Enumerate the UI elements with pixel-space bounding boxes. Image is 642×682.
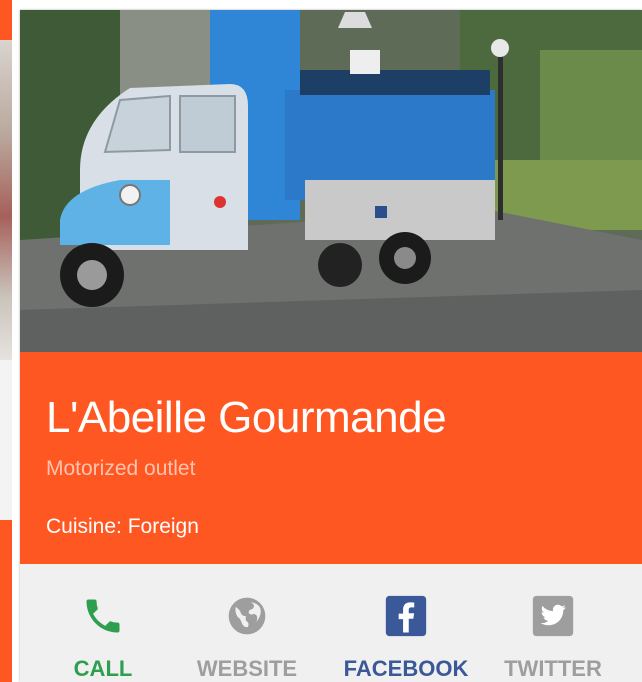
website-button[interactable]: WEBSITE <box>172 564 322 682</box>
restaurant-name: L'Abeille Gourmande <box>46 393 447 442</box>
call-button[interactable]: CALL <box>28 564 178 682</box>
previous-card-photo <box>0 40 12 360</box>
restaurant-info: L'Abeille Gourmande Motorized outlet Cui… <box>20 352 642 564</box>
restaurant-cuisine: Cuisine: Foreign <box>46 515 199 538</box>
previous-card-peek[interactable] <box>0 0 12 682</box>
restaurant-type: Motorized outlet <box>46 457 196 480</box>
previous-card-info <box>0 520 12 682</box>
twitter-label: TWITTER <box>504 656 602 681</box>
restaurant-card: L'Abeille Gourmande Motorized outlet Cui… <box>20 10 642 682</box>
call-label: CALL <box>73 656 133 681</box>
twitter-icon <box>532 595 574 637</box>
action-bar: CALL WEBSITE FACEBOOK TWITTER <box>20 564 642 682</box>
phone-icon <box>86 599 120 633</box>
restaurant-photo[interactable] <box>20 10 642 352</box>
facebook-button[interactable]: FACEBOOK <box>326 564 486 682</box>
previous-card-header <box>0 0 12 44</box>
globe-icon <box>228 597 266 635</box>
website-label: WEBSITE <box>196 656 298 681</box>
twitter-button[interactable]: TWITTER <box>478 564 628 682</box>
facebook-icon <box>385 595 427 637</box>
screen: L'Abeille Gourmande Motorized outlet Cui… <box>0 0 642 682</box>
facebook-label: FACEBOOK <box>343 656 469 681</box>
food-truck-illustration <box>20 10 642 352</box>
